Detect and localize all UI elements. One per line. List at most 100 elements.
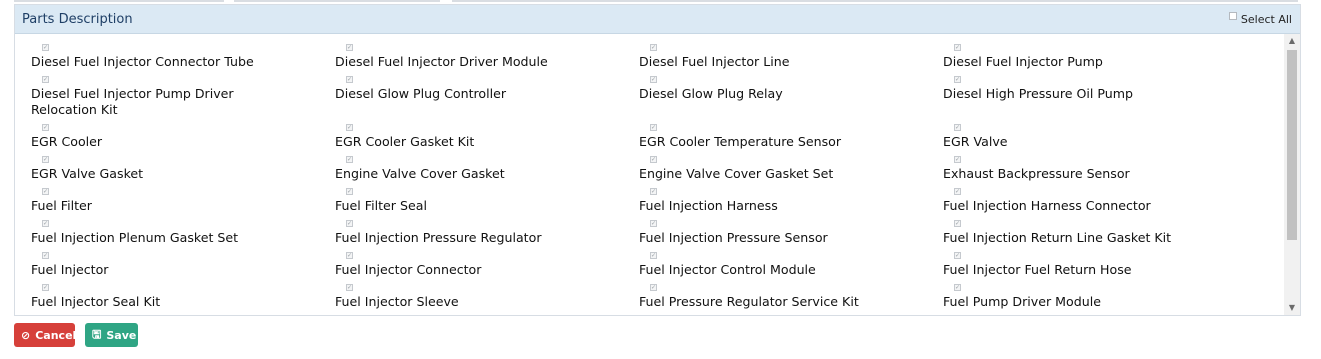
part-checkbox[interactable]: ✓ — [42, 252, 49, 259]
part-checkbox[interactable]: ✓ — [42, 44, 49, 51]
list-item[interactable]: ✓ Fuel Pump Driver Module — [943, 284, 1283, 315]
part-label: Fuel Injection Plenum Gasket Set — [31, 230, 239, 245]
list-item[interactable]: ✓ Diesel Fuel Injector Connector Tube — [31, 44, 335, 76]
part-checkbox[interactable]: ✓ — [42, 156, 49, 163]
list-item[interactable]: ✓ Fuel Injection Harness — [639, 188, 943, 220]
list-item[interactable]: ✓ EGR Cooler Temperature Sensor — [639, 124, 943, 156]
part-label: Diesel Fuel Injector Line — [639, 54, 790, 69]
part-checkbox[interactable]: ✓ — [954, 76, 961, 83]
part-checkbox[interactable]: ✓ — [650, 156, 657, 163]
parts-grid: ✓ Diesel Fuel Injector Connector Tube ✓ Die… — [15, 34, 1284, 315]
part-checkbox[interactable]: ✓ — [42, 76, 49, 83]
scrollbar[interactable]: ▲ ▼ — [1284, 34, 1300, 315]
part-label: Diesel Glow Plug Relay — [639, 86, 783, 101]
part-checkbox[interactable]: ✓ — [954, 252, 961, 259]
parts-description-panel: Parts Description Select All ✓ Diesel Fue… — [14, 4, 1301, 316]
part-label: Fuel Injection Harness — [639, 198, 778, 213]
list-item[interactable]: ✓ EGR Cooler Gasket Kit — [335, 124, 639, 156]
part-checkbox[interactable]: ✓ — [42, 188, 49, 195]
list-item[interactable]: ✓ Exhaust Backpressure Sensor — [943, 156, 1283, 188]
select-all-control[interactable]: Select All — [1228, 12, 1292, 26]
part-checkbox[interactable]: ✓ — [650, 252, 657, 259]
list-item[interactable]: ✓ Engine Valve Cover Gasket — [335, 156, 639, 188]
part-label: Diesel Fuel Injector Pump Driver Relocat… — [31, 86, 234, 117]
scroll-up-arrow-icon[interactable]: ▲ — [1284, 34, 1300, 48]
part-checkbox[interactable]: ✓ — [954, 284, 961, 291]
part-checkbox[interactable]: ✓ — [346, 124, 353, 131]
part-label: Fuel Pressure Regulator Service Kit — [639, 294, 859, 309]
list-item[interactable]: ✓ Fuel Pressure Regulator Service Kit — [639, 284, 943, 315]
part-label: EGR Cooler Gasket Kit — [335, 134, 475, 149]
part-label: Fuel Pump Driver Module — [943, 294, 1101, 309]
list-item[interactable]: ✓ Diesel Fuel Injector Line — [639, 44, 943, 76]
part-checkbox[interactable]: ✓ — [954, 188, 961, 195]
list-item[interactable]: ✓ Fuel Injector Control Module — [639, 252, 943, 284]
part-label: EGR Cooler Temperature Sensor — [639, 134, 842, 149]
list-item[interactable]: ✓ Fuel Injector Fuel Return Hose — [943, 252, 1283, 284]
panel-title: Parts Description — [22, 11, 133, 27]
scrollbar-thumb[interactable] — [1287, 50, 1297, 240]
save-button[interactable]: 🖫 Save — [85, 323, 138, 347]
list-item[interactable]: ✓ Diesel Glow Plug Controller — [335, 76, 639, 124]
list-item[interactable]: ✓ Fuel Injector — [31, 252, 335, 284]
part-label: EGR Valve Gasket — [31, 166, 144, 181]
list-item[interactable]: ✓ Diesel Fuel Injector Pump Driver Reloca… — [31, 76, 335, 124]
part-checkbox[interactable]: ✓ — [954, 220, 961, 227]
part-checkbox[interactable]: ✓ — [346, 252, 353, 259]
part-checkbox[interactable]: ✓ — [346, 76, 353, 83]
top-field-3 — [452, 0, 1298, 2]
list-item[interactable]: ✓ Fuel Injection Plenum Gasket Set — [31, 220, 335, 252]
part-label: Diesel High Pressure Oil Pump — [943, 86, 1134, 101]
list-item[interactable]: ✓ Fuel Injector Connector — [335, 252, 639, 284]
part-checkbox[interactable]: ✓ — [650, 284, 657, 291]
part-label: Fuel Filter Seal — [335, 198, 427, 213]
list-item[interactable]: ✓ Diesel High Pressure Oil Pump — [943, 76, 1283, 124]
cancel-button[interactable]: ⊘ Cancel — [14, 323, 76, 347]
part-checkbox[interactable]: ✓ — [346, 156, 353, 163]
part-checkbox[interactable]: ✓ — [346, 44, 353, 51]
list-item[interactable]: ✓ EGR Valve Gasket — [31, 156, 335, 188]
list-item[interactable]: ✓ EGR Valve — [943, 124, 1283, 156]
list-item[interactable]: ✓ Fuel Injection Pressure Sensor — [639, 220, 943, 252]
list-item[interactable]: ✓ Fuel Injection Pressure Regulator — [335, 220, 639, 252]
part-checkbox[interactable]: ✓ — [346, 220, 353, 227]
list-item[interactable]: ✓ Fuel Injector Sleeve — [335, 284, 639, 315]
part-checkbox[interactable]: ✓ — [954, 156, 961, 163]
list-item[interactable]: ✓ Fuel Injection Harness Connector — [943, 188, 1283, 220]
part-label: Fuel Injector Connector — [335, 262, 482, 277]
part-label: Fuel Injector Control Module — [639, 262, 816, 277]
list-item[interactable]: ✓ Fuel Filter Seal — [335, 188, 639, 220]
list-item[interactable]: ✓ Diesel Glow Plug Relay — [639, 76, 943, 124]
part-checkbox[interactable]: ✓ — [954, 124, 961, 131]
list-item[interactable]: ✓ Diesel Fuel Injector Pump — [943, 44, 1283, 76]
part-label: EGR Cooler — [31, 134, 103, 149]
part-label: Diesel Fuel Injector Pump — [943, 54, 1103, 69]
part-checkbox[interactable]: ✓ — [42, 284, 49, 291]
part-label: Fuel Injector Seal Kit — [31, 294, 161, 309]
top-field-2 — [234, 0, 440, 2]
ban-icon: ⊘ — [21, 328, 31, 342]
list-item[interactable]: ✓ Fuel Injector Seal Kit — [31, 284, 335, 315]
save-label: Save — [106, 328, 137, 342]
part-checkbox[interactable]: ✓ — [650, 44, 657, 51]
part-label: Engine Valve Cover Gasket — [335, 166, 505, 181]
list-item[interactable]: ✓ Diesel Fuel Injector Driver Module — [335, 44, 639, 76]
part-checkbox[interactable]: ✓ — [42, 220, 49, 227]
list-item[interactable]: ✓ EGR Cooler — [31, 124, 335, 156]
part-checkbox[interactable]: ✓ — [650, 76, 657, 83]
list-item[interactable]: ✓ Fuel Injection Return Line Gasket Kit — [943, 220, 1283, 252]
part-checkbox[interactable]: ✓ — [42, 124, 49, 131]
list-item[interactable]: ✓ Fuel Filter — [31, 188, 335, 220]
part-checkbox[interactable]: ✓ — [954, 44, 961, 51]
scroll-down-arrow-icon[interactable]: ▼ — [1284, 301, 1300, 315]
part-checkbox[interactable]: ✓ — [650, 188, 657, 195]
part-label: Fuel Filter — [31, 198, 92, 213]
part-label: Fuel Injection Harness Connector — [943, 198, 1151, 213]
part-checkbox[interactable]: ✓ — [346, 284, 353, 291]
panel-header: Parts Description Select All — [15, 5, 1300, 34]
part-checkbox[interactable]: ✓ — [346, 188, 353, 195]
list-item[interactable]: ✓ Engine Valve Cover Gasket Set — [639, 156, 943, 188]
part-checkbox[interactable]: ✓ — [650, 220, 657, 227]
select-all-checkbox[interactable] — [1228, 12, 1237, 20]
part-checkbox[interactable]: ✓ — [650, 124, 657, 131]
